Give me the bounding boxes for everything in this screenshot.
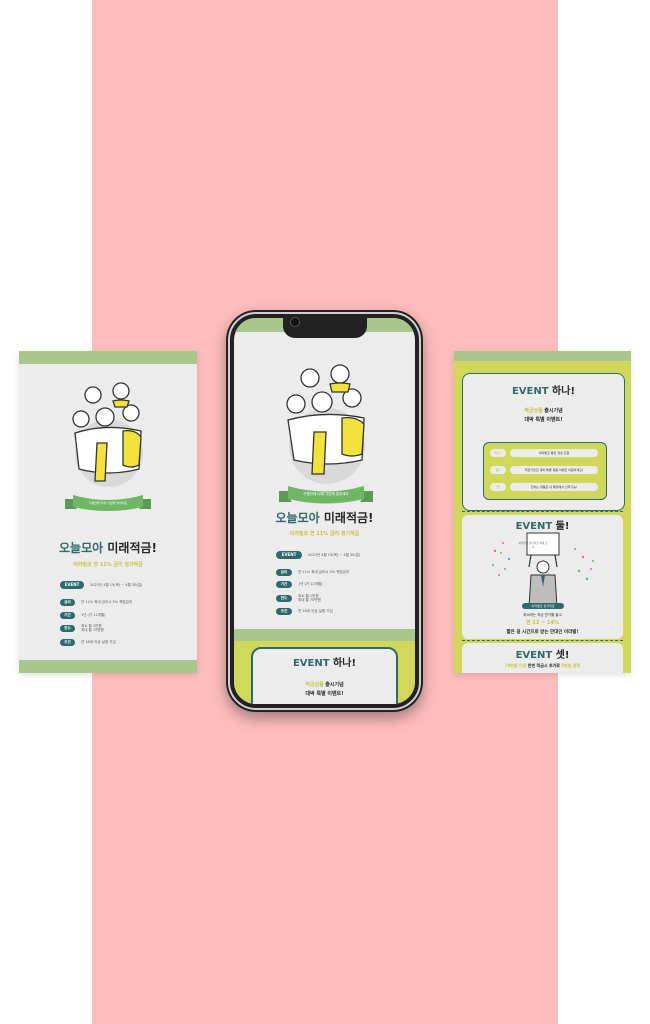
- event-row: EVENT 2023년 4월 15(목) ~ 4월 30(일): [60, 581, 142, 589]
- detail-row-condition: 조건 연 18세 이상 실명 가입: [60, 639, 116, 646]
- event1-item-label: 하나!: [490, 449, 506, 457]
- event1-line2: 대박 특별 이벤트!: [305, 691, 344, 697]
- top-green-bar: [454, 351, 631, 361]
- detail-text: 1년 (가 12개월): [81, 613, 106, 618]
- section-divider-bar: [234, 629, 415, 641]
- event3-line-suffix: 5만원 증정: [561, 663, 581, 668]
- event1-item-text: 이라벌코 통장 개설 전원: [510, 449, 598, 457]
- event1-line1: 적금상품 출시기념: [253, 681, 396, 688]
- event1-title-dark: 하나!: [333, 658, 357, 669]
- event-pill: EVENT: [60, 581, 84, 589]
- event2-title: EVENT 둘!: [462, 517, 623, 532]
- event2-line2: 짧은 길 시간으로 받는 만대인 이라벌!: [506, 630, 579, 635]
- detail-row-limit: 한도 최소 월 1만원 최대 월 70만원: [60, 624, 104, 633]
- event1-item-text: 친하는 경품은 내 통장에서 선착가능!: [510, 483, 598, 491]
- event1-line1-dark: 출시기념: [544, 408, 563, 414]
- title-teal: 오늘모아: [59, 541, 104, 555]
- group-illustration: [286, 364, 365, 484]
- event-dates: 2023년 4월 15(목) ~ 4월 30(일): [308, 552, 361, 557]
- detail-row-limit: 한도 최소 월 1만원 최대 월 70만원: [276, 594, 321, 603]
- event1-line1: 적금상품 출시기념: [463, 407, 624, 414]
- promo-subtitle: 이라벌코 연 11% 금리 정기적금: [73, 562, 143, 568]
- detail-label: 기간: [276, 581, 292, 588]
- phone-mockup: 가평안에 더해 가입해 빛내세요 오늘모아 미래적금! 이라벌코 연 11% 금…: [226, 310, 423, 712]
- event1-title: EVENT 하나!: [463, 382, 624, 397]
- detail-row-condition: 조건 연 18세 이상 실명 가입: [276, 608, 333, 615]
- phone-screen[interactable]: 가평안에 더해 가입해 빛내세요 오늘모아 미래적금! 이라벌코 연 11% 금…: [234, 318, 415, 704]
- sign-text: 이라벌코 정기적금 최대 금리: [518, 542, 548, 549]
- group-illustration: [72, 382, 143, 487]
- event1-item: 둘! 적금가입한 계좌 특별 경품 이벤트 이용하세요!: [490, 466, 598, 474]
- detail-label: 금리: [276, 569, 292, 576]
- left-promo-card: 가평안에 더해 가입해 빛내세요 오늘모아 미래적금! 이라벌코 연 11% 금…: [19, 351, 197, 673]
- bottom-green-bar: [19, 660, 197, 673]
- detail-label: 조건: [60, 639, 75, 646]
- title-dark: 미래적금!: [107, 541, 157, 555]
- detail-row-rate: 금리 연 11% 최대 금리시 5% 적립금리: [276, 569, 349, 576]
- event1-title-dark: 하나!: [552, 386, 576, 397]
- ribbon-text: 가평안에 더해 가입해 빛내세요: [88, 501, 128, 505]
- event1-title-teal: EVENT: [292, 658, 330, 669]
- event-row: EVENT 2023년 4월 15(목) ~ 4월 30(일): [276, 551, 360, 559]
- detail-text: 최소 월 1만원 최대 월 70만원: [298, 594, 321, 603]
- detail-text: 연 18세 이상 실명 가입: [298, 609, 333, 614]
- event1-title: EVENT 하나!: [253, 654, 396, 669]
- event1-line1-yellow: 적금상품: [524, 408, 543, 414]
- camera-icon: [290, 317, 300, 327]
- event-dates: 2023년 4월 15(목) ~ 4월 30(일): [90, 582, 143, 587]
- detail-row-period: 기간 1년 (가 12개월): [276, 581, 323, 588]
- event3-panel: EVENT 셋! 70만원 이상 한번 적금시 추가로 5만원 증정: [462, 643, 623, 673]
- event1-item-label: 둘!: [490, 466, 506, 474]
- title-dark: 미래적금!: [323, 511, 374, 525]
- event3-title-dark: 셋!: [555, 650, 570, 661]
- event3-line: 70만원 이상 한번 적금시 추가로 5만원 증정: [462, 663, 623, 669]
- detail-label: 한도: [276, 594, 292, 602]
- event1-line1-yellow: 적금상품: [305, 682, 324, 688]
- event2-badge: 이라벌코 정기적금: [522, 603, 564, 609]
- detail-text: 연 11% 최대 금리시 5% 적립금리: [298, 570, 350, 575]
- ribbon-text: 가평안에 더해 가입해 빛내세요: [303, 492, 349, 496]
- detail-text: 연 18세 이상 실명 가입: [81, 640, 116, 645]
- event1-item: 하나! 이라벌코 통장 개설 전원: [490, 449, 598, 457]
- right-events-card: EVENT 하나! 적금상품 출시기념 대박 특별 이벤트! 하나! 이라벌코 …: [454, 351, 631, 673]
- event3-title-teal: EVENT: [515, 650, 553, 661]
- detail-label: 금리: [60, 599, 75, 606]
- top-green-bar: [19, 351, 197, 364]
- event3-line-dark: 한번 적금시 추가로: [527, 663, 560, 668]
- event1-panel: EVENT 하나! 적금상품 출시기념 대박 특별 이벤트!: [251, 647, 398, 704]
- dashed-divider-2: [462, 640, 623, 641]
- event-section-bg: EVENT 하나! 적금상품 출시기념 대박 특별 이벤트!: [234, 641, 415, 704]
- event2-rate: 연 12 ~ 14%: [526, 620, 559, 626]
- title-teal: 오늘모아: [275, 511, 320, 525]
- event-pill: EVENT: [276, 551, 302, 559]
- detail-text: 최소 월 1만원 최대 월 70만원: [81, 624, 104, 633]
- event1-line1-dark: 출시기념: [325, 682, 344, 688]
- promo-subtitle: 이라벌코 연 11% 금리 정기적금: [289, 531, 360, 537]
- detail-label: 한도: [60, 624, 75, 632]
- detail-label: 기간: [60, 612, 75, 619]
- event3-line-prefix: 70만원 이상: [504, 663, 527, 668]
- event2-line1: 최소에는 적금 만기를 들고: [523, 613, 562, 617]
- detail-text: 1년 (가 12개월): [298, 582, 323, 587]
- dashed-divider: [462, 511, 623, 512]
- detail-label: 조건: [276, 608, 292, 615]
- event1-title-teal: EVENT: [511, 386, 549, 397]
- event1-panel: EVENT 하나! 적금상품 출시기념 대박 특별 이벤트! 하나! 이라벌코 …: [462, 373, 625, 511]
- promo-title: 오늘모아 미래적금!: [19, 539, 197, 556]
- detail-row-rate: 금리 연 11% 최대 금리시 5% 적립금리: [60, 599, 132, 606]
- event3-title: EVENT 셋!: [462, 646, 623, 661]
- event1-item: 셋! 친하는 경품은 내 통장에서 선착가능!: [490, 483, 598, 491]
- event1-item-text: 적금가입한 계좌 특별 경품 이벤트 이용하세요!: [510, 466, 598, 474]
- promo-title: 오늘모아 미래적금!: [234, 509, 415, 526]
- detail-row-period: 기간 1년 (가 12개월): [60, 612, 106, 619]
- event1-item-label: 셋!: [490, 483, 506, 491]
- event1-line2: 대박 특별 이벤트!: [524, 417, 563, 423]
- event2-panel: EVENT 둘! 이라벌코 정기적금 최대 금리 이라벌코 정기적금 최소에는 …: [462, 515, 623, 639]
- event1-list: 하나! 이라벌코 통장 개설 전원 둘! 적금가입한 계좌 특별 경품 이벤트 …: [483, 442, 607, 500]
- detail-text: 연 11% 최대 금리시 5% 적립금리: [81, 600, 133, 605]
